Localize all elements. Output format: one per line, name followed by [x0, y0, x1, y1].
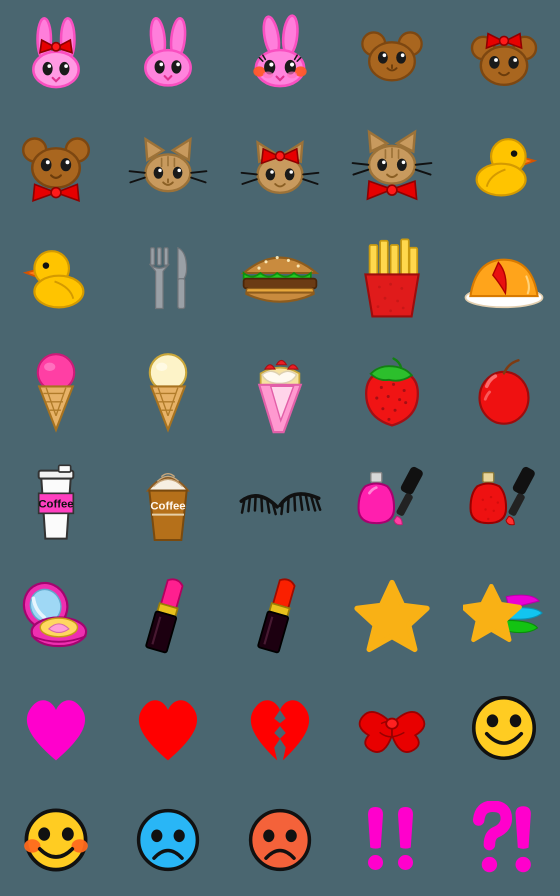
interrobang-icon — [472, 801, 531, 873]
red-ribbon-bow-icon — [358, 711, 426, 753]
heart-pink-icon — [26, 700, 86, 761]
cat-plain-icon — [128, 136, 208, 193]
star-icon — [354, 579, 430, 653]
broken-heart-icon — [250, 700, 310, 761]
emoji-cell-sad-face-blue[interactable]: Blue sad face — [112, 784, 224, 896]
emoji-cell-coffee-frappe[interactable]: Iced coffee frappe Coffee — [112, 448, 224, 560]
red-bow-icon — [485, 32, 523, 50]
emoji-cell-bunny-with-red-bow[interactable]: Pink bunny with red bow — [0, 0, 112, 112]
double-exclamation-mark-icon — [368, 807, 413, 870]
false-eyelashes-icon — [239, 492, 322, 516]
emoji-cell-hamburger[interactable]: Hamburger — [224, 224, 336, 336]
emoji-cell-omurice[interactable]: Omurice with ketchup — [448, 224, 560, 336]
red-bow-icon — [39, 38, 73, 54]
cat-with-head-bow-icon — [240, 140, 320, 194]
bear-plain-icon — [361, 31, 423, 82]
emoji-cell-cat-with-neck-bowtie[interactable]: Tabby cat with red bow tie — [336, 112, 448, 224]
cat-with-neck-bowtie-icon — [351, 129, 433, 201]
duck-facing-right-icon — [475, 138, 538, 197]
emoji-cell-cat-plain[interactable]: Tabby cat face — [112, 112, 224, 224]
fork-icon — [148, 247, 170, 310]
shooting-star-icon — [463, 583, 543, 643]
emoji-cell-star[interactable]: Yellow star — [336, 560, 448, 672]
emoji-grid: Pink bunny with red bow Pink bunny — [0, 0, 560, 896]
emoji-cell-ice-cream-cone-strawberry[interactable]: Pink strawberry ice cream cone — [0, 336, 112, 448]
compact-powder-icon — [22, 581, 88, 648]
fork-and-knife-icon — [148, 246, 188, 310]
emoji-cell-nail-polish-red[interactable]: Red nail polish with brush — [448, 448, 560, 560]
angry-face-orange-icon — [248, 808, 312, 872]
bear-with-head-bow-icon — [470, 32, 538, 86]
emoji-cell-duck-facing-left[interactable]: Yellow duck facing left — [0, 224, 112, 336]
ice-cream-cone-vanilla-icon — [148, 353, 188, 433]
brush-handle — [505, 466, 535, 526]
emoji-cell-double-exclamation-mark[interactable]: Double exclamation mark — [336, 784, 448, 896]
lipstick-red-icon — [257, 578, 296, 654]
red-bow-icon — [260, 147, 300, 165]
bear-with-neck-bowtie-icon — [21, 137, 91, 203]
emoji-cell-french-fries[interactable]: French fries — [336, 224, 448, 336]
emoji-cell-fork-and-knife[interactable]: Fork and knife — [112, 224, 224, 336]
emoji-cell-compact-powder[interactable]: Open compact with mirror — [0, 560, 112, 672]
emoji-cell-red-ribbon-bow[interactable]: Red ribbon bow — [336, 672, 448, 784]
emoji-cell-strawberry-crepe[interactable]: Strawberry cream crepe — [224, 336, 336, 448]
strawberry-crepe-icon — [257, 359, 303, 434]
emoji-cell-false-eyelashes[interactable]: False eyelashes — [224, 448, 336, 560]
brush-handle — [393, 466, 423, 526]
lipstick-pink-icon — [145, 578, 184, 654]
emoji-cell-smiley-face[interactable]: Yellow smiling face — [448, 672, 560, 784]
emoji-cell-bunny-plain[interactable]: Pink bunny — [112, 0, 224, 112]
emoji-cell-heart-red[interactable]: Red heart — [112, 672, 224, 784]
coffee-frappe-text: Coffee — [150, 500, 185, 512]
apple-icon — [478, 359, 530, 425]
emoji-cell-heart-pink[interactable]: Pink heart — [0, 672, 112, 784]
red-bowtie-icon — [32, 183, 80, 203]
emoji-cell-duck-facing-right[interactable]: Yellow duck facing right — [448, 112, 560, 224]
coffee-frappe-icon: Coffee — [145, 473, 191, 541]
strawberry-icon — [365, 357, 419, 427]
coffee-cup-to-go-icon: Coffee — [37, 464, 75, 540]
emoji-cell-bunny-blushing[interactable]: Pink bunny blushing with eyelashes — [224, 0, 336, 112]
emoji-cell-bear-plain[interactable]: Brown bear face — [336, 0, 448, 112]
emoji-cell-shooting-star[interactable]: Shooting star with colour trail — [448, 560, 560, 672]
smiley-face-icon — [471, 695, 537, 761]
french-fries-icon — [364, 238, 420, 318]
heart-red-icon — [138, 700, 198, 761]
ice-cream-cone-strawberry-icon — [36, 353, 76, 433]
emoji-cell-lipstick-pink[interactable]: Pink lipstick — [112, 560, 224, 672]
emoji-cell-lipstick-red[interactable]: Red lipstick — [224, 560, 336, 672]
bunny-with-red-bow-icon — [32, 16, 80, 89]
sad-face-blue-icon — [136, 808, 200, 872]
emoji-cell-smiley-face-blushing[interactable]: Yellow smiling face with blush — [0, 784, 112, 896]
bunny-blushing-icon — [253, 14, 307, 88]
smiley-face-blushing-icon — [24, 808, 88, 872]
bunny-plain-icon — [144, 17, 192, 87]
emoji-cell-interrobang[interactable]: Question and exclamation mark — [448, 784, 560, 896]
emoji-cell-nail-polish-pink[interactable]: Pink nail polish with brush — [336, 448, 448, 560]
nail-polish-pink-icon — [357, 466, 423, 526]
hamburger-icon — [240, 256, 320, 303]
emoji-cell-broken-heart[interactable]: Broken red heart — [224, 672, 336, 784]
emoji-cell-coffee-cup-to-go[interactable]: Takeaway coffee cup Coffee — [0, 448, 112, 560]
emoji-cell-strawberry[interactable]: Strawberry — [336, 336, 448, 448]
emoji-cell-ice-cream-cone-vanilla[interactable]: Vanilla ice cream cone — [112, 336, 224, 448]
emoji-cell-bear-with-head-bow[interactable]: Brown bear with red head bow — [448, 0, 560, 112]
emoji-cell-angry-face-orange[interactable]: Orange frowning face — [224, 784, 336, 896]
emoji-cell-apple[interactable]: Red apple — [448, 336, 560, 448]
emoji-cell-bear-with-neck-bowtie[interactable]: Brown bear with red bow tie — [0, 112, 112, 224]
duck-facing-left-icon — [22, 250, 85, 309]
knife-icon — [177, 246, 188, 310]
coffee-cup-text: Coffee — [38, 498, 73, 510]
nail-polish-red-icon — [469, 466, 535, 526]
emoji-cell-cat-with-head-bow[interactable]: Tabby cat with red head bow — [224, 112, 336, 224]
omurice-icon — [464, 258, 544, 309]
